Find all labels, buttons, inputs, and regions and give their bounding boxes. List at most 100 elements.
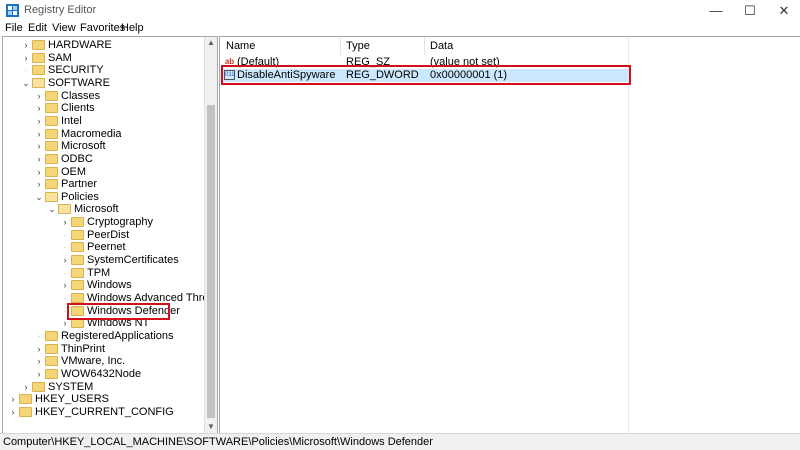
tree-item-label: Clients bbox=[61, 102, 95, 115]
tree-item[interactable]: · TPM bbox=[3, 267, 203, 280]
tree-item-label: PeerDist bbox=[87, 228, 130, 241]
tree-item[interactable]: › OEM bbox=[3, 166, 203, 179]
tree-item[interactable]: › Cryptography bbox=[3, 216, 203, 229]
tree-item-label: HKEY_USERS bbox=[35, 393, 109, 406]
tree-item[interactable]: › WOW6432Node bbox=[3, 368, 203, 381]
tree-item-label: Classes bbox=[61, 89, 101, 102]
tree-item[interactable]: › SAM bbox=[3, 52, 203, 65]
expand-chevron-icon[interactable]: › bbox=[34, 166, 44, 179]
folder-icon bbox=[45, 368, 58, 379]
expand-chevron-icon[interactable]: › bbox=[34, 128, 44, 141]
maximize-button[interactable]: ☐ bbox=[732, 0, 768, 21]
tree-item-label: SystemCertificates bbox=[87, 254, 179, 267]
values-list-pane[interactable]: Name Type Data ab (Default) REG_SZ (valu… bbox=[219, 36, 800, 434]
tree-item[interactable]: › HKEY_CURRENT_CONFIG bbox=[3, 406, 203, 419]
collapse-chevron-icon[interactable]: ⌄ bbox=[34, 191, 44, 204]
expand-chevron-icon[interactable]: › bbox=[34, 153, 44, 166]
minimize-button[interactable]: — bbox=[698, 0, 734, 21]
tree-item[interactable]: › Macromedia bbox=[3, 128, 203, 141]
tree-item-label: TPM bbox=[87, 266, 111, 279]
column-header-data[interactable]: Data bbox=[430, 37, 453, 55]
tree-item[interactable]: ⌄ Policies bbox=[3, 191, 203, 204]
folder-icon bbox=[45, 153, 58, 164]
expand-chevron-icon[interactable]: › bbox=[21, 39, 31, 52]
tree-item-label: Cryptography bbox=[87, 216, 154, 229]
menu-file[interactable]: File bbox=[5, 22, 23, 34]
tree-item[interactable]: ⌄ SOFTWARE bbox=[3, 77, 203, 90]
expand-chevron-icon[interactable]: › bbox=[34, 355, 44, 368]
tree-item[interactable]: · RegisteredApplications bbox=[3, 330, 203, 343]
tree-item[interactable]: › Classes bbox=[3, 90, 203, 103]
collapse-chevron-icon[interactable]: ⌄ bbox=[47, 203, 57, 216]
folder-icon bbox=[71, 267, 84, 278]
tree-item[interactable]: · PeerDist bbox=[3, 229, 203, 242]
collapse-chevron-icon[interactable]: ⌄ bbox=[21, 77, 31, 90]
tree-item[interactable]: › SYSTEM bbox=[3, 381, 203, 394]
tree-item[interactable]: · Peernet bbox=[3, 241, 203, 254]
tree-item[interactable]: › ThinPrint bbox=[3, 343, 203, 356]
tree-connector-icon: · bbox=[63, 229, 67, 240]
status-path: Computer\HKEY_LOCAL_MACHINE\SOFTWARE\Pol… bbox=[3, 436, 433, 448]
tree-item[interactable]: › SystemCertificates bbox=[3, 254, 203, 267]
key-tree-pane[interactable]: › HARDWARE › SAM · SECURITY ⌄ SOFTWARE › Classes ›… bbox=[2, 36, 218, 435]
tree-item-label: SYSTEM bbox=[48, 380, 94, 393]
close-button[interactable]: ✕ bbox=[766, 0, 800, 21]
tree-item[interactable]: · SECURITY bbox=[3, 64, 203, 77]
column-separator[interactable] bbox=[628, 37, 629, 434]
open-folder-icon bbox=[32, 77, 45, 88]
tree-item-label: Macromedia bbox=[61, 127, 122, 140]
expand-chevron-icon[interactable]: › bbox=[60, 279, 70, 292]
menu-help[interactable]: Help bbox=[121, 22, 144, 34]
tree-item[interactable]: › HKEY_USERS bbox=[3, 393, 203, 406]
column-separator[interactable] bbox=[340, 37, 341, 55]
tree-item[interactable]: › Intel bbox=[3, 115, 203, 128]
folder-icon bbox=[45, 179, 58, 190]
scroll-thumb[interactable] bbox=[207, 105, 215, 418]
folder-icon bbox=[32, 52, 45, 63]
expand-chevron-icon[interactable]: › bbox=[34, 90, 44, 103]
menu-favorites[interactable]: Favorites bbox=[80, 22, 125, 34]
scroll-down-arrow-icon[interactable]: ▼ bbox=[205, 421, 217, 433]
tree-item[interactable]: › HARDWARE bbox=[3, 39, 203, 52]
expand-chevron-icon[interactable]: › bbox=[8, 406, 18, 419]
tree-item[interactable]: › Microsoft bbox=[3, 140, 203, 153]
expand-chevron-icon[interactable]: › bbox=[34, 343, 44, 356]
menu-edit[interactable]: Edit bbox=[28, 22, 47, 34]
scroll-up-arrow-icon[interactable]: ▲ bbox=[205, 37, 217, 49]
expand-chevron-icon[interactable]: › bbox=[60, 216, 70, 229]
open-folder-icon bbox=[58, 204, 71, 215]
expand-chevron-icon[interactable]: › bbox=[34, 368, 44, 381]
expand-chevron-icon[interactable]: › bbox=[34, 178, 44, 191]
expand-chevron-icon[interactable]: › bbox=[60, 254, 70, 267]
tree-connector-icon: · bbox=[63, 267, 67, 278]
expand-chevron-icon[interactable]: › bbox=[34, 102, 44, 115]
expand-chevron-icon[interactable]: › bbox=[34, 115, 44, 128]
tree-item-label: Partner bbox=[61, 178, 98, 191]
tree-item[interactable]: › Clients bbox=[3, 102, 203, 115]
folder-icon bbox=[45, 356, 58, 367]
folder-icon bbox=[45, 115, 58, 126]
tree-vertical-scrollbar[interactable]: ▲ ▼ bbox=[204, 37, 217, 434]
tree-item[interactable]: › Partner bbox=[3, 178, 203, 191]
registry-editor-icon bbox=[6, 4, 19, 17]
tree-item[interactable]: › VMware, Inc. bbox=[3, 355, 203, 368]
column-header-type[interactable]: Type bbox=[346, 37, 370, 55]
tree-item-label: VMware, Inc. bbox=[61, 355, 126, 368]
expand-chevron-icon[interactable]: › bbox=[34, 140, 44, 153]
tree-item-label: Microsoft bbox=[61, 140, 106, 153]
tree-item[interactable]: › Windows bbox=[3, 279, 203, 292]
expand-chevron-icon[interactable]: › bbox=[21, 381, 31, 394]
folder-icon bbox=[19, 394, 32, 405]
column-separator[interactable] bbox=[424, 37, 425, 55]
expand-chevron-icon[interactable]: › bbox=[21, 52, 31, 65]
menu-view[interactable]: View bbox=[52, 22, 76, 34]
tree-item[interactable]: › ODBC bbox=[3, 153, 203, 166]
column-header-name[interactable]: Name bbox=[226, 37, 255, 55]
tree-item[interactable]: ⌄ Microsoft bbox=[3, 203, 203, 216]
folder-icon bbox=[71, 255, 84, 266]
folder-icon bbox=[19, 406, 32, 417]
folder-icon bbox=[45, 166, 58, 177]
folder-icon bbox=[32, 65, 45, 76]
window-title: Registry Editor bbox=[24, 4, 97, 16]
expand-chevron-icon[interactable]: › bbox=[8, 393, 18, 406]
